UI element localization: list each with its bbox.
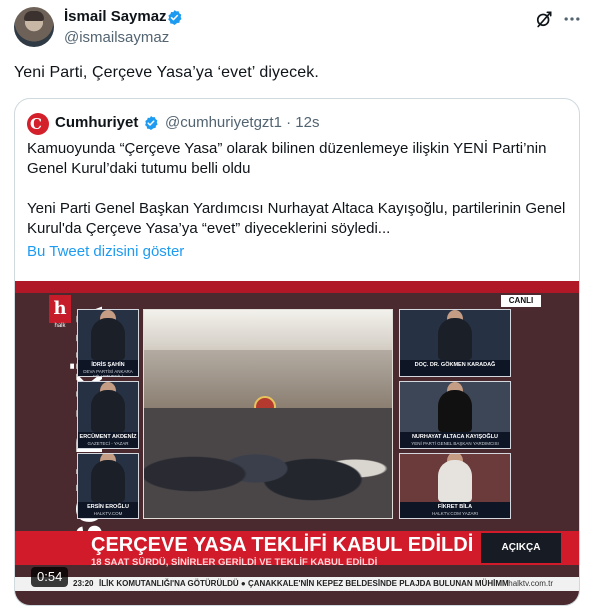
verified-badge-icon [168,10,182,25]
quoted-tweet-text: Kamuoyunda “Çerçeve Yasa” olarak bilinen… [27,139,572,259]
quoted-author-name[interactable]: Cumhuriyet [55,114,138,131]
author-avatar[interactable] [14,7,54,47]
parliament-scene [143,309,393,519]
guest-name: İDRİS ŞAHİN [91,362,125,368]
guest-name: ERSİN EROĞLU [87,504,129,510]
video-subline: 18 SAAT SÜRDÜ, SİNİRLER GERİLDİ VE TEKLİ… [91,557,378,568]
show-thread-link[interactable]: Bu Tweet dizisini göster [27,243,184,260]
scene-crowd [144,408,392,518]
video-player[interactable]: h halk CANLI SON DAKİKA İDRİS ŞAHİNDEVA … [15,281,579,605]
guest-name: DOÇ. DR. GÖKMEN KARADAĞ [414,362,496,368]
program-name: AÇIKÇA [481,533,561,563]
ticker-text: İLİK KOMUTANLIĞI'NA GÖTÜRÜLDÜ ● ÇANAKKAL… [99,579,509,588]
guest-role: GAZETECİ - YAZAR [87,441,129,446]
guest-panel: NURHAYAT ALTACA KAYIŞOĞLU YENİ PARTİ GENE… [399,381,511,449]
video-headline: ÇERÇEVE YASA TEKLİFİ KABUL EDİLDİ [91,534,474,556]
live-label: CANLI [501,295,541,307]
quoted-avatar-letter: C [30,115,42,133]
quoted-verified-badge-icon [145,116,158,130]
tweet[interactable]: İsmail Saymaz @ismailsaymaz Yeni Parti, … [0,0,592,612]
guest-body [91,318,125,360]
news-ticker: İLİK KOMUTANLIĞI'NA GÖTÜRÜLDÜ ● ÇANAKKAL… [15,577,579,591]
guest-name: NURHAYAT ALTACA KAYIŞOĞLU [411,434,499,440]
quoted-author-handle[interactable]: @cumhuriyetgzt1 · 12s [165,114,319,131]
grok-icon[interactable] [534,9,554,29]
guest-role: HALKTV.COM [93,511,123,516]
guest-body [91,390,125,432]
video-duration: 0:54 [31,567,69,587]
guest-panel: DOÇ. DR. GÖKMEN KARADAĞ [399,309,511,377]
quoted-paragraph-2: Yeni Parti Genel Başkan Yardımcısı Nurha… [27,200,566,237]
channel-logo-sub: halk [54,323,66,329]
avatar-hair [24,11,44,21]
guest-panel: ERSİN EROĞLU HALKTV.COM [77,453,139,519]
tweet-text: Yeni Parti, Çerçeve Yasa’ya ‘evet’ diyec… [14,64,319,81]
guest-panel: FİKRET BİLA HALKTV.COM YAZARI [399,453,511,519]
channel-site: halktv.com.tr [508,579,553,588]
guest-body [438,390,472,432]
guest-body [438,318,472,360]
guest-name: ERCÜMENT AKDENİZ [79,434,137,440]
guest-role: HALKTV.COM YAZARI [432,511,478,516]
author-handle[interactable]: @ismailsaymaz [64,29,169,46]
guest-panel: ERCÜMENT AKDENİZ GAZETECİ - YAZAR [77,381,139,449]
guest-role: DEVA PARTİSİ ANKARA MİLLETVEKİLİ [83,369,133,377]
more-icon[interactable] [562,9,582,29]
author-name[interactable]: İsmail Saymaz [64,8,167,25]
channel-logo: h [49,295,71,323]
guest-body [438,460,472,502]
guest-body [91,460,125,502]
video-clock: 23:20 [73,579,94,588]
video-top-band [15,281,579,293]
quoted-paragraph-1: Kamuoyunda “Çerçeve Yasa” olarak bilinen… [27,140,547,177]
scene-ceiling [144,310,392,350]
breaking-news-banner: SON DAKİKA [25,305,110,549]
quoted-author-avatar[interactable]: C [27,113,49,135]
guest-name: FİKRET BİLA [437,504,473,510]
guest-panel: İDRİS ŞAHİN DEVA PARTİSİ ANKARA MİLLETVEK… [77,309,139,377]
guest-role: YENİ PARTİ GENEL BAŞKAN YARDIMCISI [411,441,499,446]
quoted-tweet[interactable]: C Cumhuriyet @cumhuriyetgzt1 · 12s Kamuo… [14,98,580,606]
